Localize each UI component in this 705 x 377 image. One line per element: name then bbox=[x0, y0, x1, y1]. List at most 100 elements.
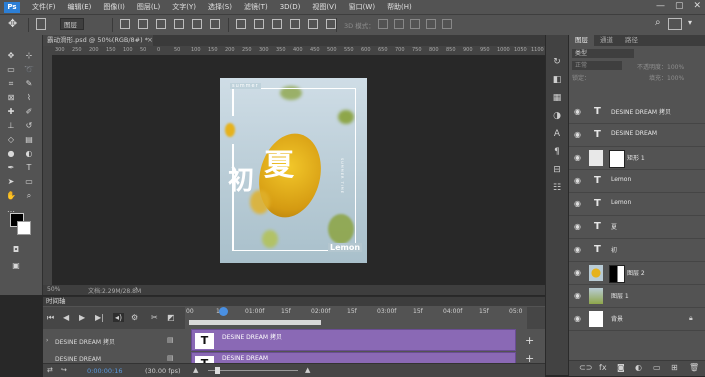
zoom-slider[interactable] bbox=[208, 370, 298, 371]
layer-row[interactable]: ◉ T DESINE DREAM 拷贝 bbox=[569, 101, 705, 124]
group-icon[interactable]: ▭ bbox=[653, 363, 661, 372]
split-icon[interactable]: ✂ bbox=[151, 313, 158, 322]
visibility-eye-icon[interactable]: ◉ bbox=[574, 107, 583, 116]
convert-frame-icon[interactable]: ⇄ bbox=[47, 366, 53, 374]
menu-layer[interactable]: 图层(L) bbox=[131, 2, 166, 12]
artboard-tool-icon[interactable]: ⊹ bbox=[23, 51, 35, 61]
menu-edit[interactable]: 编辑(E) bbox=[62, 2, 98, 12]
timeline-clip[interactable]: T DESINE DREAM bbox=[191, 352, 516, 363]
maximize-button[interactable]: ▢ bbox=[675, 1, 684, 11]
3d-drag-icon[interactable] bbox=[410, 19, 420, 29]
align-left-icon[interactable] bbox=[174, 19, 184, 29]
align-vcenter-icon[interactable] bbox=[138, 19, 148, 29]
audio-icon[interactable]: ◂) bbox=[113, 313, 125, 322]
blur-tool-icon[interactable]: ● bbox=[5, 149, 17, 159]
auto-select-dropdown[interactable]: 图层 bbox=[60, 18, 84, 30]
layer-kind-filter[interactable]: 类型 bbox=[572, 49, 634, 58]
layer-row[interactable]: ◉ 背景 🔒︎ bbox=[569, 308, 705, 331]
3d-roll-icon[interactable] bbox=[394, 19, 404, 29]
move-tool-icon[interactable]: ✥ bbox=[8, 17, 17, 30]
zoom-slider-thumb[interactable] bbox=[215, 367, 220, 374]
visibility-eye-icon[interactable]: ◉ bbox=[574, 153, 583, 162]
auto-select-checkbox[interactable] bbox=[36, 18, 46, 30]
libraries-panel-icon[interactable]: ☷ bbox=[551, 183, 563, 194]
paragraph-panel-icon[interactable]: ¶ bbox=[551, 147, 563, 158]
film-icon[interactable]: ▤ bbox=[167, 336, 174, 344]
eraser-tool-icon[interactable]: ◇ bbox=[5, 135, 17, 145]
align-top-icon[interactable] bbox=[120, 19, 130, 29]
artwork-canvas[interactable]: summer 初 夏 SUMMER TIME Lemon bbox=[220, 78, 367, 263]
quick-select-tool-icon[interactable]: ✎ bbox=[23, 79, 35, 89]
menu-select[interactable]: 选择(S) bbox=[202, 2, 238, 12]
next-frame-icon[interactable]: ▶| bbox=[95, 313, 104, 322]
layer-row[interactable]: ◉ T Lemon bbox=[569, 170, 705, 193]
add-media-icon[interactable]: + bbox=[525, 334, 534, 347]
visibility-eye-icon[interactable]: ◉ bbox=[574, 130, 583, 139]
timeline-clip[interactable]: T DESINE DREAM 拷贝 bbox=[191, 329, 516, 351]
rectangle-tool-icon[interactable]: ▭ bbox=[23, 177, 35, 187]
history-brush-tool-icon[interactable]: ↺ bbox=[23, 121, 35, 131]
fill-field[interactable]: 填充：100% bbox=[649, 73, 684, 82]
visibility-eye-icon[interactable]: ◉ bbox=[574, 268, 583, 277]
timeline-ruler[interactable]: 00 15f 01:00f 15f 02:00f 15f 03:00f 15f … bbox=[185, 307, 535, 329]
adjustment-layer-icon[interactable]: ◐ bbox=[635, 363, 642, 372]
properties-panel-icon[interactable]: ⊟ bbox=[551, 165, 563, 176]
layer-row[interactable]: ◉ T DESINE DREAM bbox=[569, 124, 705, 147]
prev-frame-icon[interactable]: ◀ bbox=[63, 313, 69, 322]
minimize-button[interactable]: — bbox=[656, 1, 665, 11]
menu-image[interactable]: 图像(I) bbox=[97, 2, 131, 12]
character-panel-icon[interactable]: A bbox=[551, 129, 563, 140]
playhead[interactable] bbox=[219, 307, 228, 316]
menu-filter[interactable]: 滤镜(T) bbox=[238, 2, 274, 12]
move-tool-icon[interactable]: ✥ bbox=[5, 51, 17, 61]
3d-rotate-icon[interactable] bbox=[378, 19, 388, 29]
type-tool-icon[interactable]: T bbox=[23, 163, 35, 173]
zoom-out-icon[interactable]: ▲ bbox=[193, 366, 198, 374]
visibility-eye-icon[interactable]: ◉ bbox=[574, 176, 583, 185]
swatches-panel-icon[interactable]: ▦ bbox=[551, 93, 563, 104]
tab-channels[interactable]: 通道 bbox=[594, 35, 619, 46]
document-tab[interactable]: 霸动滑形.psd @ 50%(RGB/8#) * bbox=[43, 35, 153, 46]
workspace-icon[interactable] bbox=[668, 18, 682, 30]
visibility-eye-icon[interactable]: ◉ bbox=[574, 291, 583, 300]
opacity-field[interactable]: 不透明度：100% bbox=[637, 62, 684, 71]
menu-window[interactable]: 窗口(W) bbox=[343, 2, 381, 12]
menu-view[interactable]: 视图(V) bbox=[306, 2, 342, 12]
new-layer-icon[interactable]: ⊞ bbox=[671, 363, 678, 372]
history-panel-icon[interactable]: ↻ bbox=[551, 57, 563, 68]
screen-mode-icon[interactable]: ▣ bbox=[10, 261, 22, 271]
adjustments-panel-icon[interactable]: ◑ bbox=[551, 111, 563, 122]
delete-layer-icon[interactable]: 🗑︎ bbox=[689, 363, 699, 372]
chevron-down-icon[interactable]: ▾ bbox=[688, 18, 692, 27]
layer-row[interactable]: ◉ 图层 2 bbox=[569, 262, 705, 285]
visibility-eye-icon[interactable]: ◉ bbox=[574, 314, 583, 323]
3d-scale-icon[interactable] bbox=[442, 19, 452, 29]
align-hcenter-icon[interactable] bbox=[192, 19, 202, 29]
healing-brush-tool-icon[interactable]: ✚ bbox=[5, 107, 17, 117]
link-layers-icon[interactable]: ⊂⊃ bbox=[579, 363, 592, 372]
crop-tool-icon[interactable]: ⌗ bbox=[5, 79, 17, 89]
brush-tool-icon[interactable]: ✐ bbox=[23, 107, 35, 117]
menu-3d[interactable]: 3D(D) bbox=[274, 3, 307, 11]
eyedropper-tool-icon[interactable]: ⌇ bbox=[23, 93, 35, 103]
search-icon[interactable]: ⌕ bbox=[655, 17, 661, 28]
zoom-in-icon[interactable]: ▲ bbox=[305, 366, 310, 374]
distribute-right-icon[interactable] bbox=[326, 19, 336, 29]
marquee-tool-icon[interactable]: ▭ bbox=[5, 65, 17, 75]
menu-file[interactable]: 文件(F) bbox=[26, 2, 62, 12]
color-panel-icon[interactable]: ◧ bbox=[551, 75, 563, 86]
add-media-icon[interactable]: + bbox=[525, 352, 534, 363]
lasso-tool-icon[interactable]: ➰ bbox=[23, 65, 35, 75]
status-arrow-icon[interactable]: › bbox=[135, 285, 137, 292]
settings-gear-icon[interactable]: ⚙ bbox=[131, 313, 138, 322]
layer-row[interactable]: ◉ T Lemon bbox=[569, 193, 705, 216]
distribute-top-icon[interactable] bbox=[236, 19, 246, 29]
add-mask-icon[interactable]: ◙ bbox=[617, 363, 625, 372]
distribute-left-icon[interactable] bbox=[290, 19, 300, 29]
layer-row[interactable]: ◉ T 初 bbox=[569, 239, 705, 262]
hand-tool-icon[interactable]: ✋ bbox=[5, 191, 17, 201]
layer-row[interactable]: ◉ 图层 1 bbox=[569, 285, 705, 308]
transition-icon[interactable]: ◩ bbox=[167, 313, 175, 322]
expand-track-icon[interactable]: › bbox=[46, 337, 48, 344]
zoom-level[interactable]: 50% bbox=[47, 286, 60, 293]
